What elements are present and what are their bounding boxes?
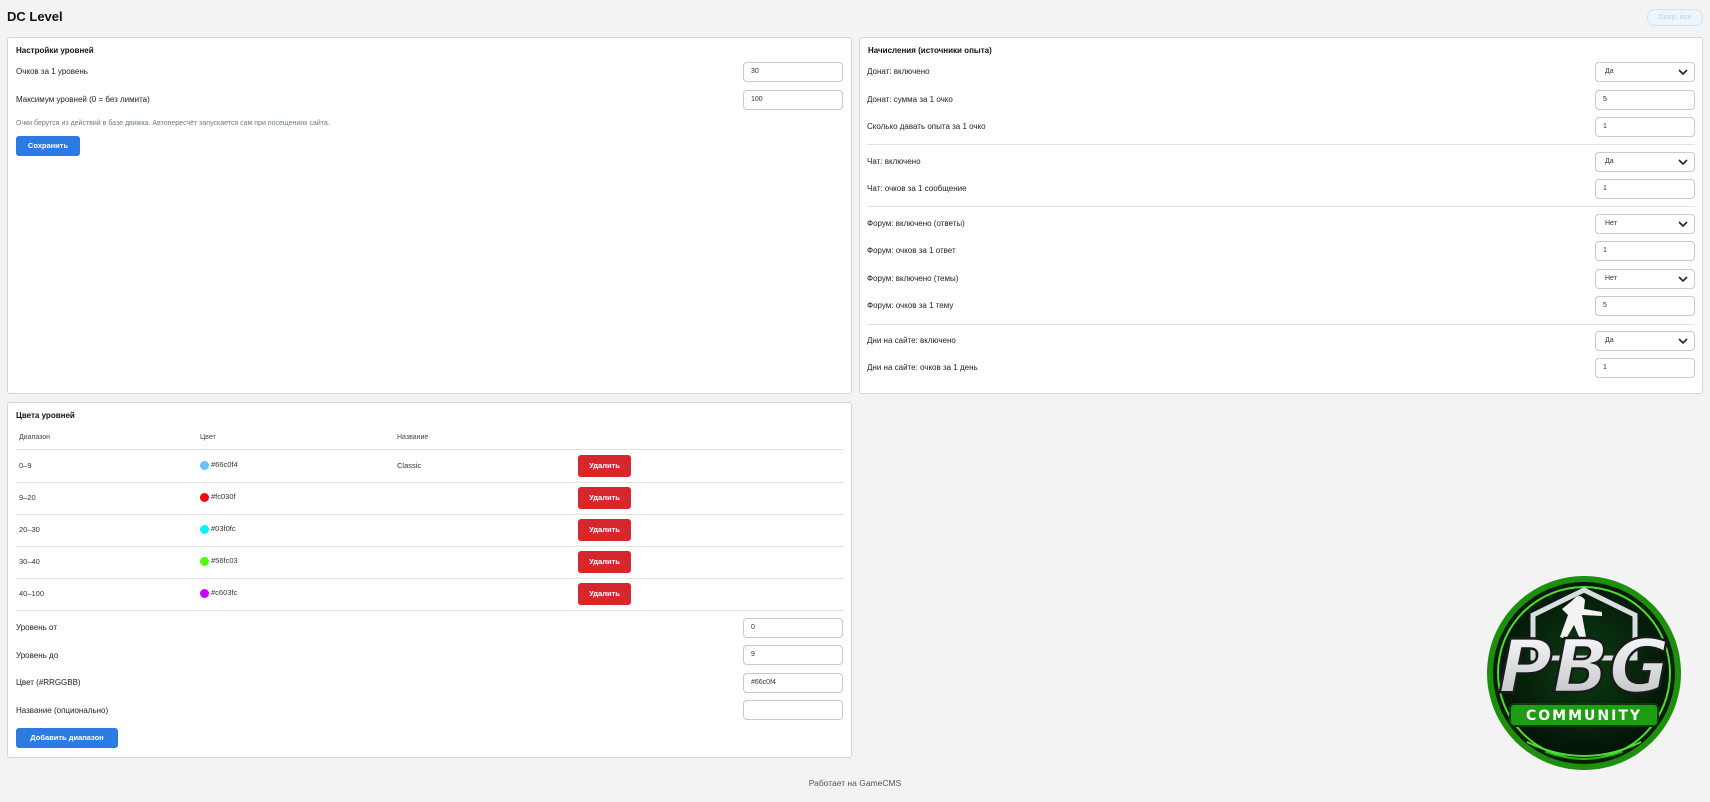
color-hex-label: Цвет (#RRGGBB): [16, 678, 81, 687]
chevron-down-icon: [1678, 69, 1688, 76]
column-header-range: Диапазон: [19, 434, 51, 441]
color-hex: #c603fc: [211, 588, 238, 597]
level-settings-card: Настройки уровней Очков за 1 уровень 30 …: [7, 37, 852, 394]
color-hex: #66c0f4: [211, 460, 238, 469]
chevron-down-icon: [1678, 338, 1688, 345]
select-value: Да: [1605, 158, 1614, 165]
table-header-divider: [16, 449, 844, 450]
chevron-down-icon: [1678, 159, 1688, 166]
accrual-label: Сколько давать опыта за 1 очко: [867, 122, 986, 131]
chevron-down-icon: [1678, 276, 1688, 283]
select-value: Да: [1605, 337, 1614, 344]
chevron-down-icon: [1678, 221, 1688, 228]
color-hex: #56fc03: [211, 556, 238, 565]
accrual-label: Донат: включено: [867, 67, 930, 76]
color-cell: #56fc03: [200, 556, 238, 566]
color-swatch: [200, 524, 209, 534]
level-to-input[interactable]: 9: [743, 645, 843, 665]
color-cell: #c603fc: [200, 588, 237, 598]
level-colors-title: Цвета уровней: [16, 411, 75, 420]
add-range-button[interactable]: Добавить диапазон: [16, 728, 118, 748]
color-hex-input[interactable]: #66c0f4: [743, 673, 843, 693]
color-hex: #fc030f: [211, 492, 236, 501]
range-cell: 20–30: [19, 525, 40, 534]
row-divider: [16, 610, 844, 611]
delete-button[interactable]: Удалить: [578, 519, 631, 541]
color-hex: #03f0fc: [211, 524, 236, 533]
range-cell: 9–20: [19, 493, 36, 502]
accrual-label: Форум: очков за 1 тему: [867, 301, 954, 310]
points-per-level-label: Очков за 1 уровень: [16, 67, 88, 76]
save-all-button[interactable]: Сохр. все: [1647, 9, 1703, 26]
footer-text: Работает на GameCMS: [808, 778, 902, 788]
select-value: Нет: [1605, 220, 1617, 227]
points-per-level-input[interactable]: 30: [743, 62, 843, 82]
accrual-input[interactable]: 1: [1595, 179, 1695, 199]
color-cell: #03f0fc: [200, 524, 236, 534]
accrual-select[interactable]: Нет: [1595, 214, 1695, 234]
level-settings-title: Настройки уровней: [16, 46, 94, 55]
accrual-input[interactable]: 1: [1595, 241, 1695, 261]
accrual-select[interactable]: Да: [1595, 152, 1695, 172]
level-colors-card: Цвета уровней Диапазон Цвет Название 0–9…: [7, 402, 852, 758]
level-to-label: Уровень до: [16, 651, 59, 660]
accrual-label: Форум: включено (темы): [867, 274, 959, 283]
logo-sub-text: COMMUNITY: [1526, 708, 1642, 724]
row-divider: [16, 482, 844, 483]
color-cell: #fc030f: [200, 492, 236, 502]
settings-hint: Очки берутся из действий в базе движка. …: [16, 120, 330, 127]
accrual-label: Чат: очков за 1 сообщение: [867, 184, 967, 193]
accrual-select[interactable]: Да: [1595, 62, 1695, 82]
accrual-label: Дни на сайте: включено: [867, 336, 956, 345]
accrual-input[interactable]: 5: [1595, 90, 1695, 110]
delete-button[interactable]: Удалить: [578, 583, 631, 605]
color-swatch: [200, 492, 209, 502]
pbg-community-logo: PBG COMMUNITY: [1487, 576, 1681, 770]
select-value: Нет: [1605, 275, 1617, 282]
range-cell: 40–100: [19, 589, 45, 598]
range-name-label: Название (опционально): [16, 706, 109, 715]
level-from-label: Уровень от: [16, 623, 57, 632]
section-divider: [867, 324, 1695, 325]
accrual-input[interactable]: 5: [1595, 296, 1695, 316]
column-header-color: Цвет: [200, 434, 216, 441]
column-header-name: Название: [397, 434, 429, 441]
range-cell: 30–40: [19, 557, 40, 566]
delete-button[interactable]: Удалить: [578, 487, 631, 509]
max-levels-input[interactable]: 100: [743, 90, 843, 110]
accrual-label: Донат: сумма за 1 очко: [867, 95, 953, 104]
accrual-label: Форум: очков за 1 ответ: [867, 246, 956, 255]
save-button[interactable]: Сохранить: [16, 136, 80, 156]
accrual-input[interactable]: 1: [1595, 117, 1695, 137]
row-divider: [16, 514, 844, 515]
accruals-card: Начисления (источники опыта) Донат: вклю…: [859, 37, 1703, 394]
color-swatch: [200, 556, 209, 566]
page-title: DC Level: [7, 9, 63, 24]
row-divider: [16, 546, 844, 547]
color-swatch: [200, 460, 209, 470]
logo-main-text: PBG: [1498, 624, 1669, 710]
range-name-input[interactable]: [743, 700, 843, 720]
accrual-input[interactable]: 1: [1595, 358, 1695, 378]
range-cell: 0–9: [19, 461, 32, 470]
name-cell: Classic: [397, 461, 422, 470]
section-divider: [867, 144, 1695, 145]
row-divider: [16, 578, 844, 579]
accruals-title: Начисления (источники опыта): [868, 46, 992, 55]
accrual-select[interactable]: Да: [1595, 331, 1695, 351]
accrual-label: Дни на сайте: очков за 1 день: [867, 363, 978, 372]
level-from-input[interactable]: 0: [743, 618, 843, 638]
section-divider: [867, 206, 1695, 207]
color-cell: #66c0f4: [200, 460, 238, 470]
select-value: Да: [1605, 68, 1614, 75]
delete-button[interactable]: Удалить: [578, 455, 631, 477]
color-swatch: [200, 588, 209, 598]
accrual-select[interactable]: Нет: [1595, 269, 1695, 289]
accrual-label: Чат: включено: [867, 157, 921, 166]
max-levels-label: Максимум уровней (0 = без лимита): [16, 95, 150, 104]
delete-button[interactable]: Удалить: [578, 551, 631, 573]
accrual-label: Форум: включено (ответы): [867, 219, 965, 228]
